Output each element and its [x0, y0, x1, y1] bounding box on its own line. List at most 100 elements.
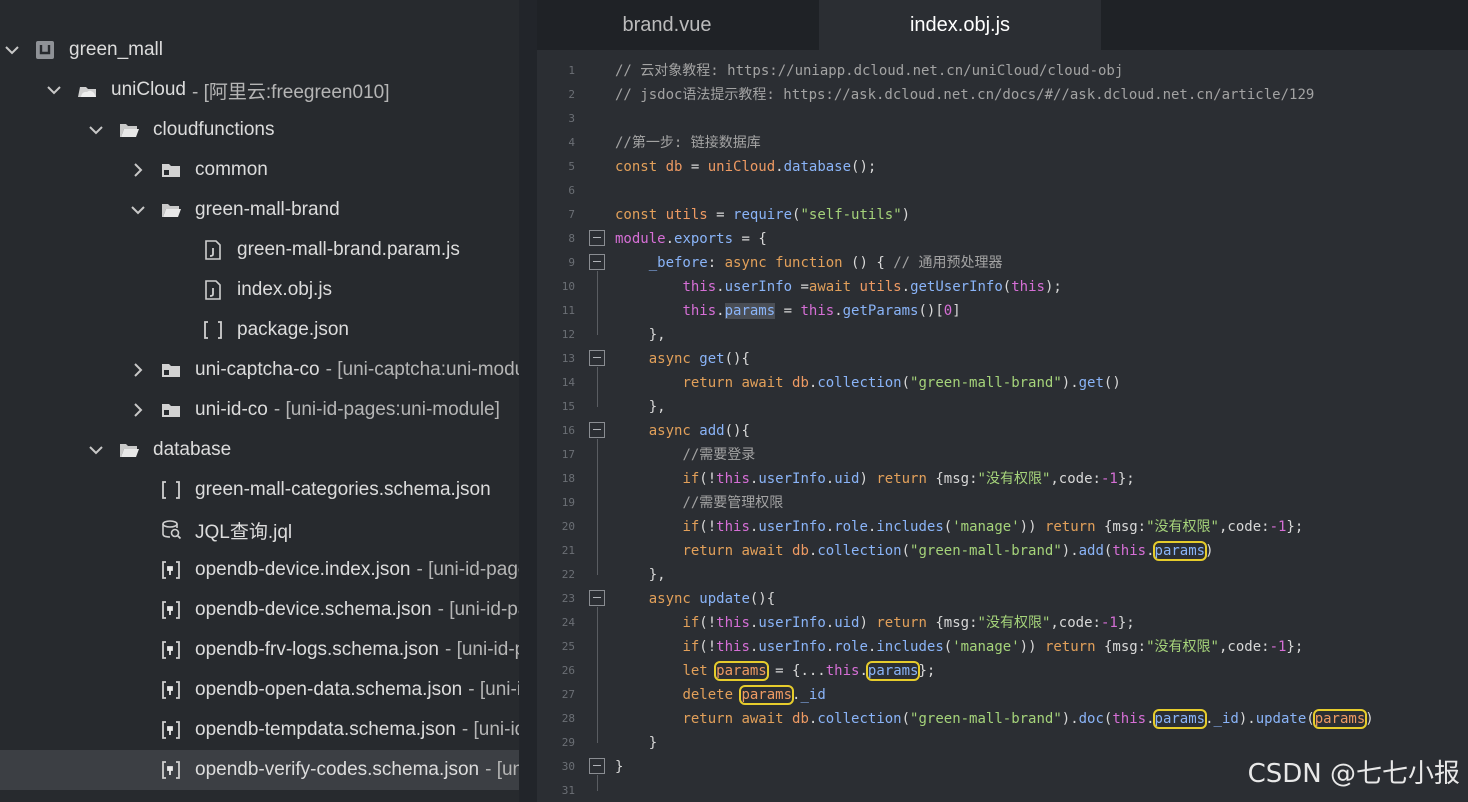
code-token: }; [1286, 519, 1304, 535]
chevron-right-icon[interactable] [128, 400, 148, 420]
code-text: return await db.collection("green-mall-b… [615, 539, 1214, 563]
tab-brand-vue[interactable]: brand.vue [537, 0, 797, 50]
fold-guide [597, 439, 598, 575]
code-token: const [615, 207, 666, 223]
code-token: //第一步: 链接数据库 [615, 135, 761, 151]
line-number: 17 [561, 448, 575, 461]
tree-item[interactable]: opendb-verify-codes.schema.json- [uni-id… [0, 750, 519, 790]
tree-item[interactable]: green-mall-categories.schema.json [0, 470, 519, 510]
fold-toggle-icon[interactable] [589, 350, 605, 366]
tree-item[interactable]: common [0, 150, 519, 190]
code-line[interactable]: 7 const utils = require("self-utils") [537, 203, 1468, 227]
chevron-down-icon[interactable] [128, 200, 148, 220]
code-line[interactable]: 15 }, [537, 395, 1468, 419]
fold-toggle-icon[interactable] [589, 230, 605, 246]
code-line[interactable]: 27 delete params._id [537, 683, 1468, 707]
code-line[interactable]: 3 [537, 107, 1468, 131]
json-module-icon [160, 679, 182, 701]
code-line[interactable]: 21 return await db. collection("green-mal… [537, 539, 1468, 563]
code-token: uid [834, 615, 860, 631]
code-token: = [682, 159, 708, 175]
code-line[interactable]: 26 let params = {...this.params}; [537, 659, 1468, 683]
code-line[interactable]: 1 // 云对象教程: https://uniapp.dcloud.net.cn/… [537, 59, 1468, 83]
code-line[interactable]: 12 }, [537, 323, 1468, 347]
folder-icon [160, 159, 182, 181]
code-line[interactable]: 17 //需要登录 [537, 443, 1468, 467]
code-line[interactable]: 19 //需要管理权限 [537, 491, 1468, 515]
code-line[interactable]: 10 this.userInfo =await utils.getUserInf… [537, 275, 1468, 299]
code-line[interactable]: 11 this.params = this.getParams()[0] [537, 299, 1468, 323]
tree-item-suffix: - [uni-id-pages:uni-module] [273, 399, 500, 420]
fold-toggle-icon[interactable] [589, 422, 605, 438]
code-line[interactable]: 24 if(!this.userInfo.uid) return {msg:"没… [537, 611, 1468, 635]
folder-open-icon [118, 119, 140, 141]
tree-item[interactable]: opendb-open-data.schema.json- [uni-id-pa… [0, 670, 519, 710]
line-number: 10 [561, 280, 575, 293]
code-line[interactable]: 8 module.exports = { [537, 227, 1468, 251]
code-token: async [648, 423, 700, 439]
fold-toggle-icon[interactable] [589, 254, 605, 270]
fold-toggle-icon[interactable] [589, 758, 605, 774]
code-token: "green-mall-brand" [910, 711, 1062, 727]
code-line[interactable]: 25 if(!this.userInfo.role.includes('mana… [537, 635, 1468, 659]
code-token: this [716, 639, 750, 655]
code-line[interactable]: 2 // jsdoc语法提示教程: https://ask.dcloud.net.… [537, 83, 1468, 107]
tree-item[interactable]: database [0, 430, 519, 470]
tree-item[interactable]: uniCloud - [阿里云:freegreen010] [0, 70, 519, 110]
tree-item[interactable]: cloudfunctions [0, 110, 519, 150]
chevron-down-icon[interactable] [86, 120, 106, 140]
code-token: async [648, 351, 700, 367]
tab-index-obj-js[interactable]: index.obj.js [819, 0, 1101, 50]
tree-item[interactable]: package.json [0, 310, 519, 350]
tree-item[interactable]: opendb-device.index.json- [uni-id-pages] [0, 550, 519, 590]
tree-item-suffix: - [uni-id-pages] [437, 599, 519, 620]
code-line[interactable]: 22 }, [537, 563, 1468, 587]
tree-item[interactable]: JQL查询.jql [0, 510, 519, 550]
tree-item[interactable]: opendb-frv-logs.schema.json- [uni-id-pag… [0, 630, 519, 670]
code-line[interactable]: 13 async get(){ [537, 347, 1468, 371]
code-line[interactable]: 18 if(!this.userInfo.uid) return {msg:"没… [537, 467, 1468, 491]
chevron-right-icon[interactable] [128, 160, 148, 180]
chevron-down-icon[interactable] [2, 40, 22, 60]
tree-item-label: opendb-device.schema.json [195, 599, 432, 620]
tree-item[interactable]: uni-id-co - [uni-id-pages:uni-module] [0, 390, 519, 430]
code-line[interactable]: 4 //第一步: 链接数据库 [537, 131, 1468, 155]
tree-item[interactable]: index.obj.js [0, 270, 519, 310]
tree-item[interactable]: green-mall-brand.param.js [0, 230, 519, 270]
code-line[interactable]: 9 _before: async function () { // 通用预处理器 [537, 251, 1468, 275]
code-token: ) [901, 207, 911, 223]
tree-item[interactable]: green_mall [0, 30, 519, 70]
code-line[interactable]: 29 } [537, 731, 1468, 755]
chevron-right-icon[interactable] [128, 360, 148, 380]
chevron-down-icon[interactable] [44, 80, 64, 100]
code-token: )) [1019, 519, 1045, 535]
tree-item[interactable]: opendb-device.schema.json- [uni-id-pages… [0, 590, 519, 630]
tree-item[interactable]: green-mall-brand [0, 190, 519, 230]
code-token: this [682, 279, 717, 295]
code-text: return await db.collection("green-mall-b… [615, 371, 1120, 395]
code-text: this.userInfo =await utils.getUserInfo(t… [615, 275, 1061, 299]
tree-item[interactable]: uni-captcha-co- [uni-captcha:uni-module] [0, 350, 519, 390]
sidebar-scrollbar[interactable] [519, 0, 537, 802]
code-token: params [714, 661, 769, 681]
code-token: utils [665, 207, 708, 223]
code-token: _id [1213, 711, 1239, 727]
file-js-icon [202, 239, 224, 261]
code-line[interactable]: 14 return await db.collection("green-mal… [537, 371, 1468, 395]
code-line[interactable]: 6 [537, 179, 1468, 203]
fold-guide [597, 775, 598, 791]
code-line[interactable]: 16 async add(){ [537, 419, 1468, 443]
code-line[interactable]: 28 return await db.collection("green-mal… [537, 707, 1468, 731]
code-line[interactable]: 5 const db = uniCloud.database(); [537, 155, 1468, 179]
fold-toggle-icon[interactable] [589, 590, 605, 606]
line-number: 28 [561, 712, 575, 725]
code-line[interactable]: 20 if(!this.userInfo.role.includes('mana… [537, 515, 1468, 539]
tree-item[interactable]: opendb-tempdata.schema.json- [uni-id-pag… [0, 710, 519, 750]
chevron-down-icon[interactable] [86, 440, 106, 460]
project-explorer[interactable]: green_mall uniCloud - [阿里云:freegreen010] cl… [0, 0, 519, 802]
code-editor[interactable]: 1 // 云对象教程: https://uniapp.dcloud.net.cn/… [537, 50, 1468, 802]
code-line[interactable]: 23 async update(){ [537, 587, 1468, 611]
